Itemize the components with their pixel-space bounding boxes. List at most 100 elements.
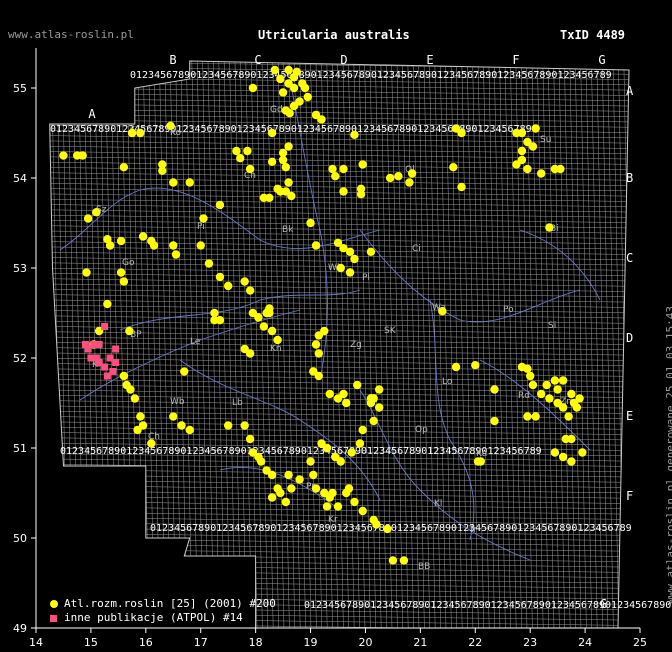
atlas-point [322, 502, 332, 511]
region-code: Bk [282, 225, 294, 235]
atlas-point [126, 385, 135, 394]
atlas-point [325, 389, 334, 399]
region-code: Kr [328, 515, 338, 525]
distribution-map: AB C D E F G012345678901234567890123456789012… [13, 48, 672, 649]
atlas-point [328, 164, 337, 174]
longitude-tick-label: 21 [413, 636, 427, 649]
atlas-point [210, 308, 219, 318]
atlas-point [287, 191, 296, 201]
region-code: Pl [362, 273, 370, 283]
atlas-point [119, 163, 129, 172]
atlas-point [273, 184, 282, 193]
atlas-point [438, 307, 447, 316]
atlas-point [476, 457, 485, 466]
atlas-point [536, 169, 546, 178]
region-code: Zg [350, 340, 362, 350]
latitude-tick-label: 53 [13, 262, 27, 275]
atlas-point [223, 281, 233, 291]
atlas-point [284, 79, 293, 88]
atlas-point [545, 394, 554, 403]
atlas-point [171, 250, 181, 259]
atlas-point [300, 83, 310, 93]
atlas-point [311, 241, 321, 250]
atlas-point [457, 128, 466, 138]
longitude-tick-label: 17 [194, 636, 208, 649]
longitude-tick-label: 22 [468, 636, 482, 649]
atlas-point [328, 488, 337, 498]
atlas-point [127, 128, 137, 138]
atpol-point [112, 359, 120, 366]
atlas-point [356, 190, 366, 199]
region-code: Po [503, 305, 514, 315]
atlas-point [528, 142, 538, 151]
atlas-point [407, 169, 417, 178]
atlas-point [215, 316, 225, 325]
atlas-point [259, 322, 269, 331]
atpol-point [95, 341, 103, 348]
atpol-row-letter: E [626, 409, 633, 423]
atlas-point [567, 457, 576, 466]
region-code: Su [540, 135, 551, 145]
atlas-point [383, 524, 392, 534]
atpol-row-letter: A [626, 84, 634, 98]
atlas-point [394, 172, 403, 181]
atlas-point [366, 247, 376, 256]
atlas-point [558, 452, 568, 462]
atlas-point [525, 371, 535, 381]
latitude-tick-label: 51 [13, 442, 27, 455]
atlas-point [344, 484, 354, 493]
legend-atpol-label: inne publikacje (ATPOL) #14 [64, 611, 243, 624]
atlas-point [158, 166, 167, 175]
atlas-point [116, 236, 126, 246]
region-code: Pi [197, 222, 205, 232]
region-code: Rd [518, 391, 530, 401]
atlas-point [374, 403, 384, 412]
region-code: Go [122, 258, 135, 268]
atlas-point [309, 367, 318, 376]
atlas-point [449, 163, 458, 172]
atlas-point [303, 92, 312, 102]
atlas-point [136, 128, 145, 138]
atlas-point [254, 313, 263, 322]
atlas-point [267, 470, 277, 480]
atlas-point [355, 439, 365, 448]
atlas-point [185, 425, 194, 435]
atlas-point [166, 121, 175, 130]
region-code: Kn [270, 344, 282, 354]
atpol-column-letter: G [598, 53, 605, 67]
latitude-tick-label: 52 [13, 352, 27, 365]
atlas-point [169, 412, 178, 421]
atlas-point [567, 434, 576, 444]
atlas-point [545, 223, 554, 232]
atpol-column-letter: F [512, 53, 519, 67]
atlas-point [267, 128, 277, 138]
atlas-point [83, 214, 93, 223]
atlas-point [350, 254, 359, 264]
region-code: Si [548, 321, 556, 331]
atlas-point [267, 493, 277, 502]
atpol-point [95, 359, 103, 366]
atlas-point [278, 148, 288, 157]
region-code: SK [384, 326, 397, 336]
atlas-point [550, 376, 560, 385]
atpol-row-letter: C [626, 251, 633, 265]
atlas-point [240, 277, 249, 286]
atlas-point [116, 268, 126, 277]
atlas-point [284, 178, 293, 187]
atlas-point [564, 412, 573, 421]
atlas-point [276, 488, 285, 498]
atlas-point [180, 367, 189, 376]
atlas-point [284, 142, 293, 151]
atlas-point [366, 394, 376, 403]
atlas-point [185, 178, 194, 187]
atlas-point [358, 160, 367, 169]
atlas-point [103, 299, 112, 309]
longitude-tick-label: 23 [523, 636, 537, 649]
atlas-point [374, 385, 384, 394]
atlas-point [125, 326, 134, 336]
atpol-digit-row: 0123456789012345678901234567890123456789… [130, 70, 612, 81]
atlas-point [531, 124, 540, 133]
atpol-column-letter: E [426, 53, 433, 67]
atpol-column-letter: B [169, 53, 176, 67]
atlas-point [350, 497, 359, 507]
